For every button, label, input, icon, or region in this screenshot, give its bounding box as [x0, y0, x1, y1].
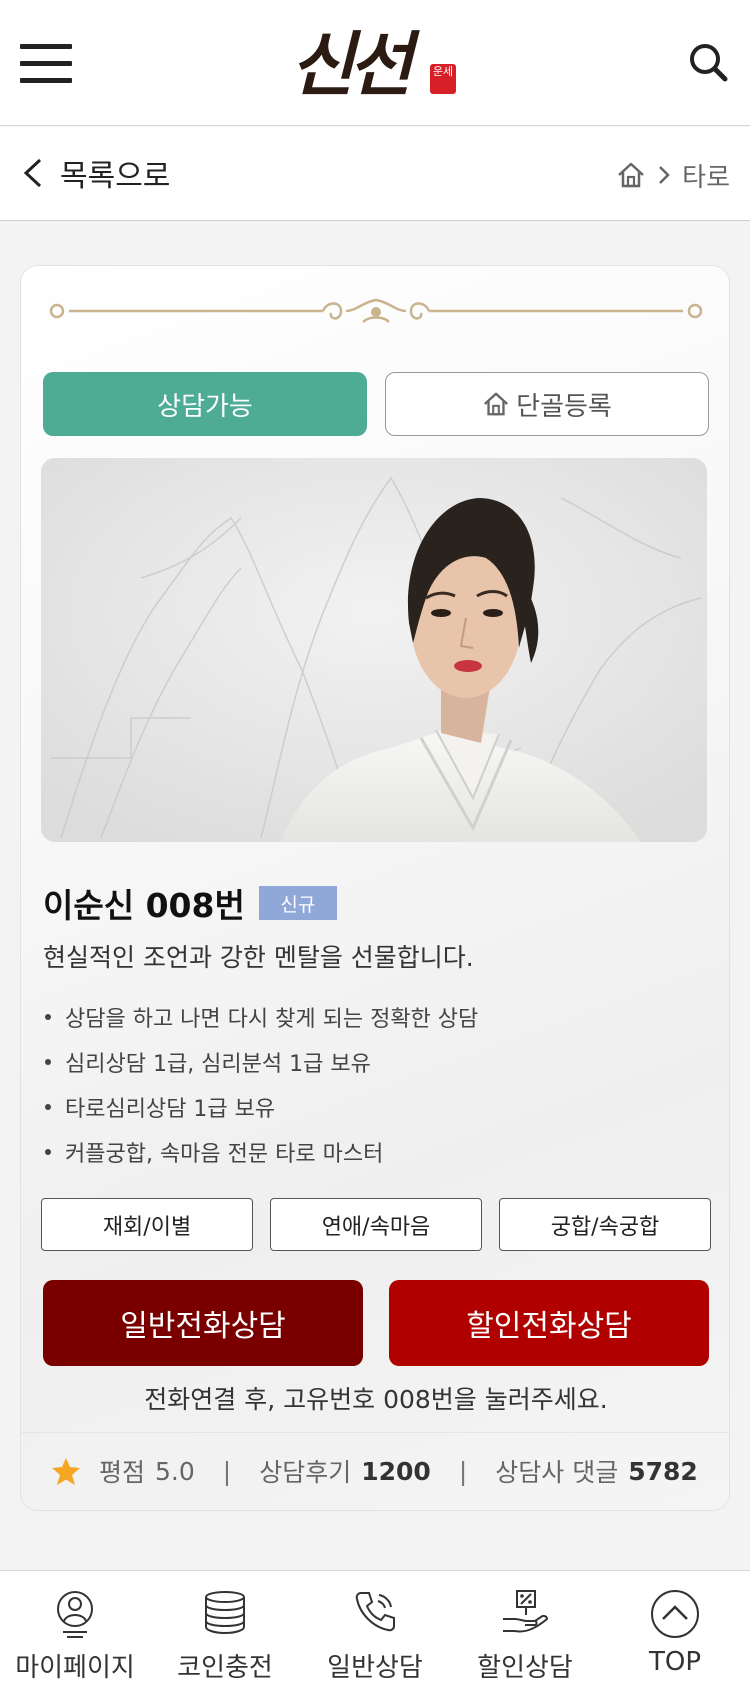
- logo-text: 신선: [290, 23, 413, 106]
- tag-reunion-breakup[interactable]: 재회/이별: [41, 1198, 253, 1251]
- add-favorite-button[interactable]: 단골등록: [385, 372, 709, 436]
- divider: [21, 1432, 729, 1433]
- nav-discount-call[interactable]: 할인상담: [450, 1571, 600, 1694]
- nav-label: 코인충전: [177, 1653, 273, 1683]
- nav-scroll-top[interactable]: TOP: [600, 1571, 750, 1694]
- brand-logo[interactable]: 신선 운세: [290, 20, 470, 110]
- counselor-tagline: 현실적인 조언과 강한 멘탈을 선물합니다.: [43, 943, 474, 972]
- tag-compatibility[interactable]: 궁합/속궁합: [499, 1198, 711, 1251]
- sub-navigation: 목록으로 타로: [0, 127, 750, 221]
- nav-coin-charge[interactable]: 코인충전: [150, 1571, 300, 1694]
- breadcrumb: 타로: [616, 155, 730, 195]
- discount-call-button[interactable]: 할인전화상담: [389, 1280, 709, 1366]
- counselor-photo: [41, 458, 707, 842]
- nav-label: 할인상담: [477, 1653, 573, 1683]
- counselor-card: 상담가능 단골등록 이순신 008번 신규 현실적인 조언과 강한 멘탈을 선물…: [20, 265, 730, 1511]
- reviews-label: 상담후기: [259, 1458, 352, 1487]
- app-header: 신선 운세: [0, 0, 750, 126]
- nav-label: TOP: [648, 1647, 702, 1677]
- tag-romance-feelings[interactable]: 연애/속마음: [270, 1198, 482, 1251]
- discount-icon: [503, 1590, 549, 1633]
- home-icon[interactable]: [616, 160, 646, 190]
- call-instructions: 전화연결 후, 고유번호 008번을 눌러주세요.: [144, 1385, 608, 1414]
- nav-label: 일반상담: [327, 1653, 423, 1683]
- counselor-stats: 평점 5.0 | 상담후기 1200 | 상담사 댓글 5782: [51, 1436, 698, 1506]
- star-icon: [52, 1458, 80, 1485]
- back-to-list-button[interactable]: 목록으로: [22, 151, 170, 195]
- home-icon: [484, 392, 509, 416]
- hamburger-menu-icon[interactable]: [20, 44, 72, 84]
- status-available-badge: 상담가능: [43, 372, 367, 436]
- logo-seal: 운세: [430, 64, 456, 94]
- nav-normal-call[interactable]: 일반상담: [300, 1571, 450, 1694]
- stats-separator: |: [222, 1456, 232, 1486]
- chevron-right-icon: [659, 166, 670, 184]
- reviews-count: 1200: [361, 1456, 431, 1486]
- bottom-navigation: 마이페이지 코인충전 일반상담 할인상담 TOP: [0, 1570, 750, 1694]
- rating-label: 평점: [99, 1458, 146, 1487]
- breadcrumb-current[interactable]: 타로: [682, 157, 730, 194]
- nav-mypage[interactable]: 마이페이지: [0, 1571, 150, 1694]
- search-icon[interactable]: [688, 42, 728, 82]
- coins-icon: [205, 1591, 245, 1635]
- counselor-name: 이순신 008번: [43, 886, 245, 925]
- list-item: 커플궁합, 속마음 전문 타로 마스터: [43, 1129, 693, 1174]
- normal-call-button[interactable]: 일반전화상담: [43, 1280, 363, 1366]
- user-icon: [57, 1591, 93, 1638]
- back-label: 목록으로: [60, 159, 171, 194]
- favorite-label: 단골등록: [516, 391, 612, 422]
- new-badge: 신규: [258, 886, 337, 920]
- chevron-left-icon: [23, 158, 42, 188]
- counselor-qualifications: 상담을 하고 나면 다시 찾게 되는 정확한 상담 심리상담 1급, 심리분석 …: [43, 994, 693, 1174]
- call-buttons: 일반전화상담 할인전화상담: [43, 1280, 709, 1366]
- rating-value: 5.0: [155, 1456, 195, 1486]
- specialty-tags: 재회/이별 연애/속마음 궁합/속궁합: [41, 1198, 711, 1251]
- stats-separator: |: [458, 1456, 468, 1486]
- list-item: 상담을 하고 나면 다시 찾게 되는 정확한 상담: [43, 994, 693, 1039]
- list-item: 심리상담 1급, 심리분석 1급 보유: [43, 1039, 693, 1084]
- list-item: 타로심리상담 1급 보유: [43, 1084, 693, 1129]
- phone-icon: [355, 1592, 395, 1632]
- counselor-name-row: 이순신 008번 신규: [43, 878, 337, 928]
- ornament-divider: [49, 298, 703, 323]
- nav-label: 마이페이지: [15, 1653, 135, 1683]
- comments-label: 상담사 댓글: [495, 1458, 619, 1487]
- arrow-up-circle-icon: [651, 1590, 699, 1638]
- comments-count: 5782: [628, 1456, 698, 1486]
